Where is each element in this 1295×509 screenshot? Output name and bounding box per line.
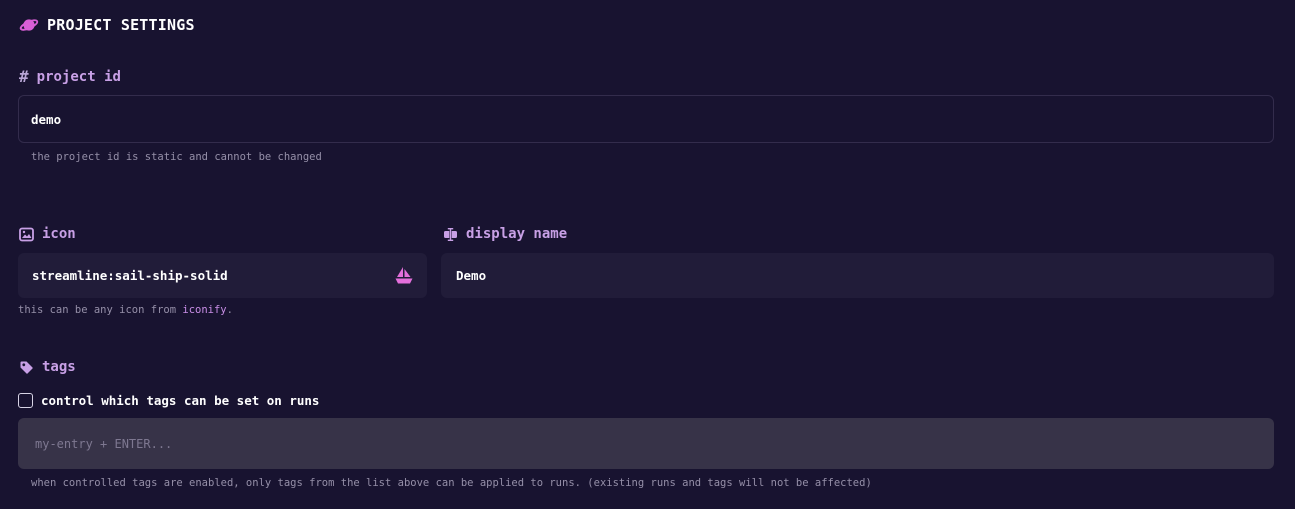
tags-input[interactable]: my-entry + ENTER... — [18, 418, 1274, 469]
icon-hint-suffix: . — [226, 304, 233, 316]
display-name-label: display name — [443, 226, 567, 242]
tags-input-placeholder: my-entry + ENTER... — [35, 436, 173, 451]
project-settings-page: PROJECT SETTINGS # project id demo the p… — [0, 0, 1295, 509]
page-header: PROJECT SETTINGS — [19, 15, 195, 35]
project-id-hint: the project id is static and cannot be c… — [31, 151, 322, 163]
icon-hint-text: this can be any icon from — [18, 304, 183, 316]
sail-ship-icon — [394, 266, 414, 286]
text-cursor-icon — [443, 227, 458, 242]
tags-label-text: tags — [42, 359, 76, 375]
control-tags-row[interactable]: control which tags can be set on runs — [18, 393, 319, 408]
page-title: PROJECT SETTINGS — [47, 16, 195, 34]
image-icon — [19, 227, 34, 242]
project-id-label: # project id — [19, 67, 121, 86]
planet-icon — [19, 15, 39, 35]
display-name-value: Demo — [456, 268, 487, 283]
icon-label: icon — [19, 226, 76, 242]
tags-hint: when controlled tags are enabled, only t… — [31, 477, 872, 489]
icon-label-text: icon — [42, 226, 76, 242]
iconify-link[interactable]: iconify — [182, 304, 226, 316]
project-id-field: demo — [18, 95, 1274, 143]
icon-input-value: streamline:sail-ship-solid — [32, 268, 228, 283]
control-tags-label[interactable]: control which tags can be set on runs — [41, 393, 319, 408]
control-tags-checkbox[interactable] — [18, 393, 33, 408]
display-name-input[interactable]: Demo — [441, 253, 1274, 298]
project-id-value: demo — [31, 111, 62, 127]
icon-hint: this can be any icon from iconify. — [18, 304, 233, 316]
project-id-label-text: project id — [36, 68, 121, 85]
display-name-label-text: display name — [466, 226, 568, 242]
icon-input[interactable]: streamline:sail-ship-solid — [18, 253, 427, 298]
tags-label: tags — [19, 359, 76, 375]
tag-icon — [19, 360, 34, 375]
hash-icon: # — [19, 67, 29, 86]
